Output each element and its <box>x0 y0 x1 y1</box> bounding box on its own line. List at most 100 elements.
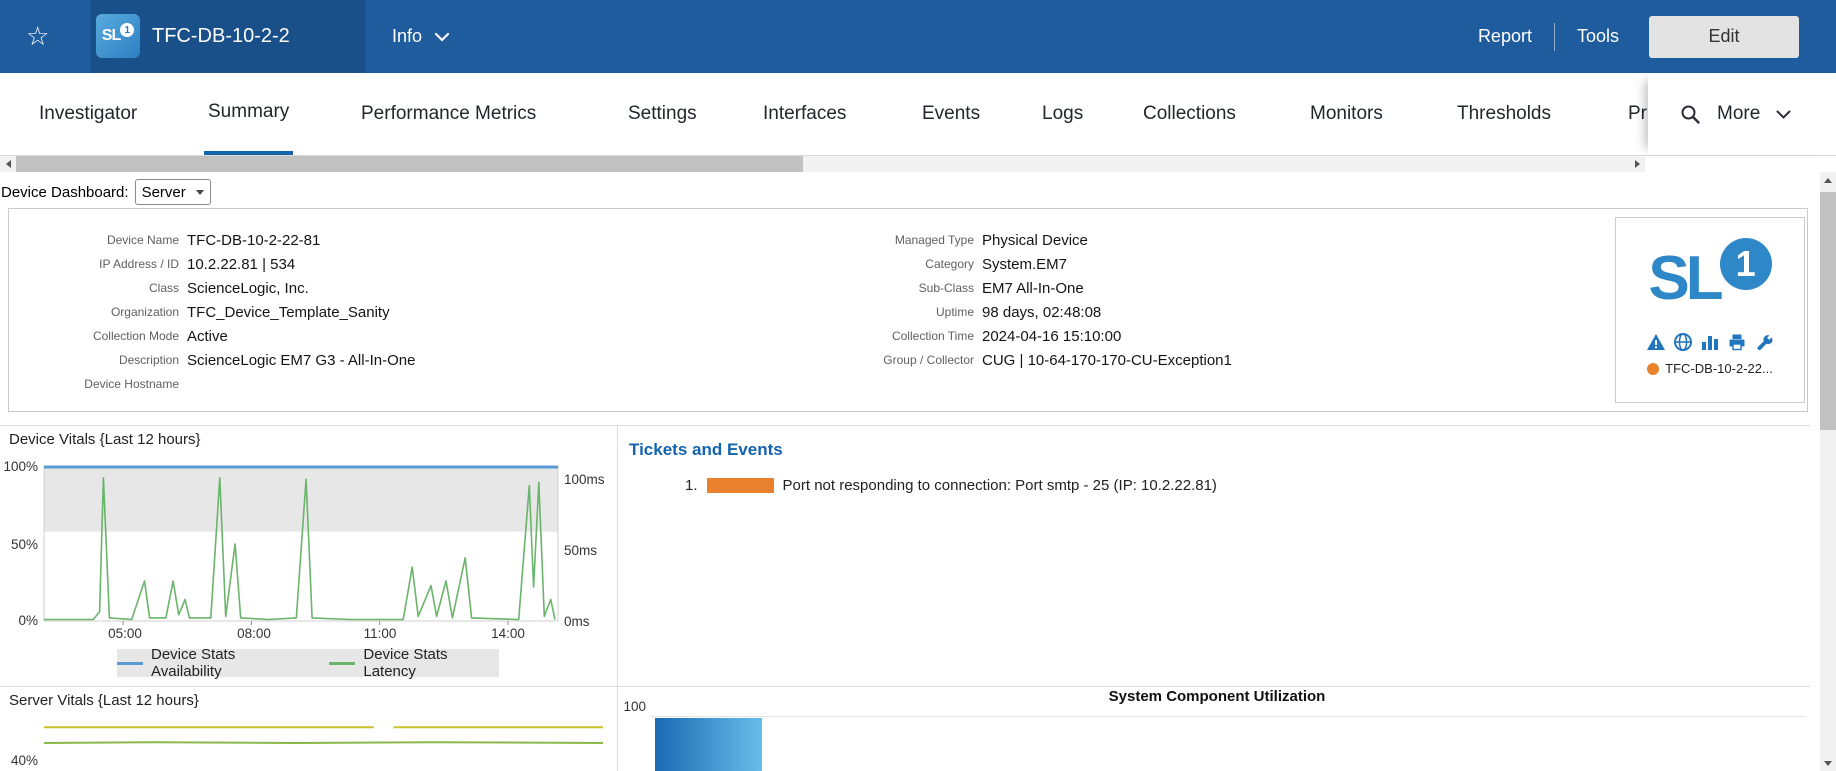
horizontal-scrollbar-thumb[interactable] <box>16 156 803 172</box>
wrench-icon[interactable] <box>1754 332 1774 352</box>
info-value: TFC_Device_Template_Sanity <box>187 304 390 321</box>
info-label: Sub-Class <box>809 281 982 295</box>
scroll-down-arrow[interactable] <box>1820 755 1836 771</box>
info-value: 98 days, 02:48:08 <box>982 304 1101 321</box>
device-card-name-row[interactable]: TFC-DB-10-2-22... <box>1616 361 1804 376</box>
info-label: Collection Time <box>809 329 982 343</box>
info-value: 2024-04-16 15:10:00 <box>982 328 1121 345</box>
favorite-star-icon[interactable]: ☆ <box>26 0 49 73</box>
tab-processes-truncated[interactable]: Pr <box>1624 73 1651 155</box>
edit-button[interactable]: Edit <box>1649 16 1799 58</box>
legend-label: Device Stats Availability <box>151 646 303 680</box>
info-row: IP Address / ID10.2.22.81 | 534 <box>9 252 415 276</box>
tab-thresholds[interactable]: Thresholds <box>1453 73 1555 155</box>
device-info-right-column: Managed TypePhysical Device CategorySyst… <box>809 228 1232 372</box>
info-row: DescriptionScienceLogic EM7 G3 - All-In-… <box>9 348 415 372</box>
device-vitals-legend: Device Stats Availability Device Stats L… <box>117 649 499 677</box>
legend-item: Device Stats Latency <box>329 646 499 680</box>
search-icon[interactable] <box>1680 104 1701 125</box>
bar-chart-icon[interactable] <box>1700 332 1720 352</box>
tickets-events-title: Tickets and Events <box>629 440 783 460</box>
device-card-toolbar <box>1616 332 1804 352</box>
info-dropdown[interactable]: Info <box>392 0 450 73</box>
info-label: IP Address / ID <box>9 257 187 271</box>
scroll-left-arrow[interactable] <box>0 156 16 172</box>
info-row: Group / CollectorCUG | 10-64-170-170-CU-… <box>809 348 1232 372</box>
tab-interfaces[interactable]: Interfaces <box>759 73 850 155</box>
x-axis-tick: 14:00 <box>480 626 536 641</box>
vertical-scrollbar-thumb[interactable] <box>1820 192 1836 430</box>
info-row: Managed TypePhysical Device <box>809 228 1232 252</box>
printer-icon[interactable] <box>1727 332 1747 352</box>
y-axis-tick: 100 <box>610 699 646 714</box>
info-label: Device Hostname <box>9 377 187 391</box>
info-label: Managed Type <box>809 233 982 247</box>
info-label: Organization <box>9 305 187 319</box>
chevron-down-icon <box>434 32 450 42</box>
device-card-name: TFC-DB-10-2-22... <box>1665 361 1773 376</box>
info-value: TFC-DB-10-2-22-81 <box>187 232 320 249</box>
sl1-logo-text: SL <box>1648 243 1719 314</box>
event-list-item[interactable]: 1. Port not responding to connection: Po… <box>685 477 1217 494</box>
header-actions: Report Tools Edit <box>1478 0 1799 73</box>
server-vitals-chart <box>0 710 617 771</box>
event-severity-bar <box>707 478 774 493</box>
info-value: Active <box>187 328 228 345</box>
divider <box>0 425 1810 426</box>
device-dashboard-row: Device Dashboard: Server <box>1 178 211 206</box>
sl1-logo-one: 1 <box>1720 238 1772 290</box>
info-value: EM7 All-In-One <box>982 280 1084 297</box>
info-value: System.EM7 <box>982 256 1067 273</box>
system-component-utilization-title: System Component Utilization <box>627 688 1807 705</box>
legend-label: Device Stats Latency <box>363 646 499 680</box>
tab-performance-metrics[interactable]: Performance Metrics <box>357 73 540 155</box>
info-label: Description <box>9 353 187 367</box>
info-label: Device Name <box>9 233 187 247</box>
globe-icon[interactable] <box>1673 332 1693 352</box>
info-value: ScienceLogic, Inc. <box>187 280 309 297</box>
tab-events[interactable]: Events <box>918 73 984 155</box>
app-window: ☆ SL 1 TFC-DB-10-2-2 Info Report Tools E… <box>0 0 1836 771</box>
more-button[interactable]: More <box>1717 103 1760 125</box>
vertical-scrollbar[interactable] <box>1820 172 1836 771</box>
info-label: Category <box>809 257 982 271</box>
scroll-right-arrow[interactable] <box>1629 156 1645 172</box>
horizontal-scrollbar[interactable] <box>0 156 1645 172</box>
divider <box>1554 23 1555 51</box>
device-vitals-chart <box>0 450 620 628</box>
tab-collections[interactable]: Collections <box>1139 73 1240 155</box>
info-label: Group / Collector <box>809 353 982 367</box>
event-message: Port not responding to connection: Port … <box>783 477 1217 494</box>
tab-bar: Investigator Summary Performance Metrics… <box>0 73 1836 156</box>
info-value: 10.2.22.81 | 534 <box>187 256 295 273</box>
device-dashboard-label: Device Dashboard: <box>1 184 129 201</box>
device-dashboard-select[interactable]: Server <box>135 179 211 205</box>
x-axis-tick: 11:00 <box>352 626 408 641</box>
x-axis-tick: 08:00 <box>226 626 282 641</box>
event-index: 1. <box>685 477 698 494</box>
legend-swatch-latency <box>329 662 355 665</box>
y-axis-tick-left: 40% <box>0 753 38 768</box>
server-vitals-title: Server Vitals {Last 12 hours} <box>9 692 199 709</box>
tab-more-section: More <box>1648 73 1836 155</box>
device-card: SL 1 TFC-DB-10-2-22... <box>1615 217 1805 403</box>
scroll-up-arrow[interactable] <box>1820 172 1836 188</box>
tools-button[interactable]: Tools <box>1577 26 1619 47</box>
info-row: Collection Time2024-04-16 15:10:00 <box>809 324 1232 348</box>
tab-investigator[interactable]: Investigator <box>35 73 141 155</box>
device-dashboard-selected: Server <box>142 184 186 201</box>
chevron-down-icon[interactable] <box>1776 110 1791 119</box>
divider <box>0 686 1810 687</box>
report-button[interactable]: Report <box>1478 26 1532 47</box>
tab-monitors[interactable]: Monitors <box>1306 73 1387 155</box>
info-value: ScienceLogic EM7 G3 - All-In-One <box>187 352 415 369</box>
tab-logs[interactable]: Logs <box>1038 73 1087 155</box>
tab-summary[interactable]: Summary <box>204 73 293 155</box>
tab-settings[interactable]: Settings <box>624 73 701 155</box>
sl1-logo[interactable]: SL 1 <box>96 14 140 58</box>
alert-triangle-icon[interactable] <box>1646 332 1666 352</box>
info-row: Uptime98 days, 02:48:08 <box>809 300 1232 324</box>
info-row: Collection ModeActive <box>9 324 415 348</box>
info-value: CUG | 10-64-170-170-CU-Exception1 <box>982 352 1232 369</box>
device-info-left-column: Device NameTFC-DB-10-2-22-81 IP Address … <box>9 228 415 396</box>
